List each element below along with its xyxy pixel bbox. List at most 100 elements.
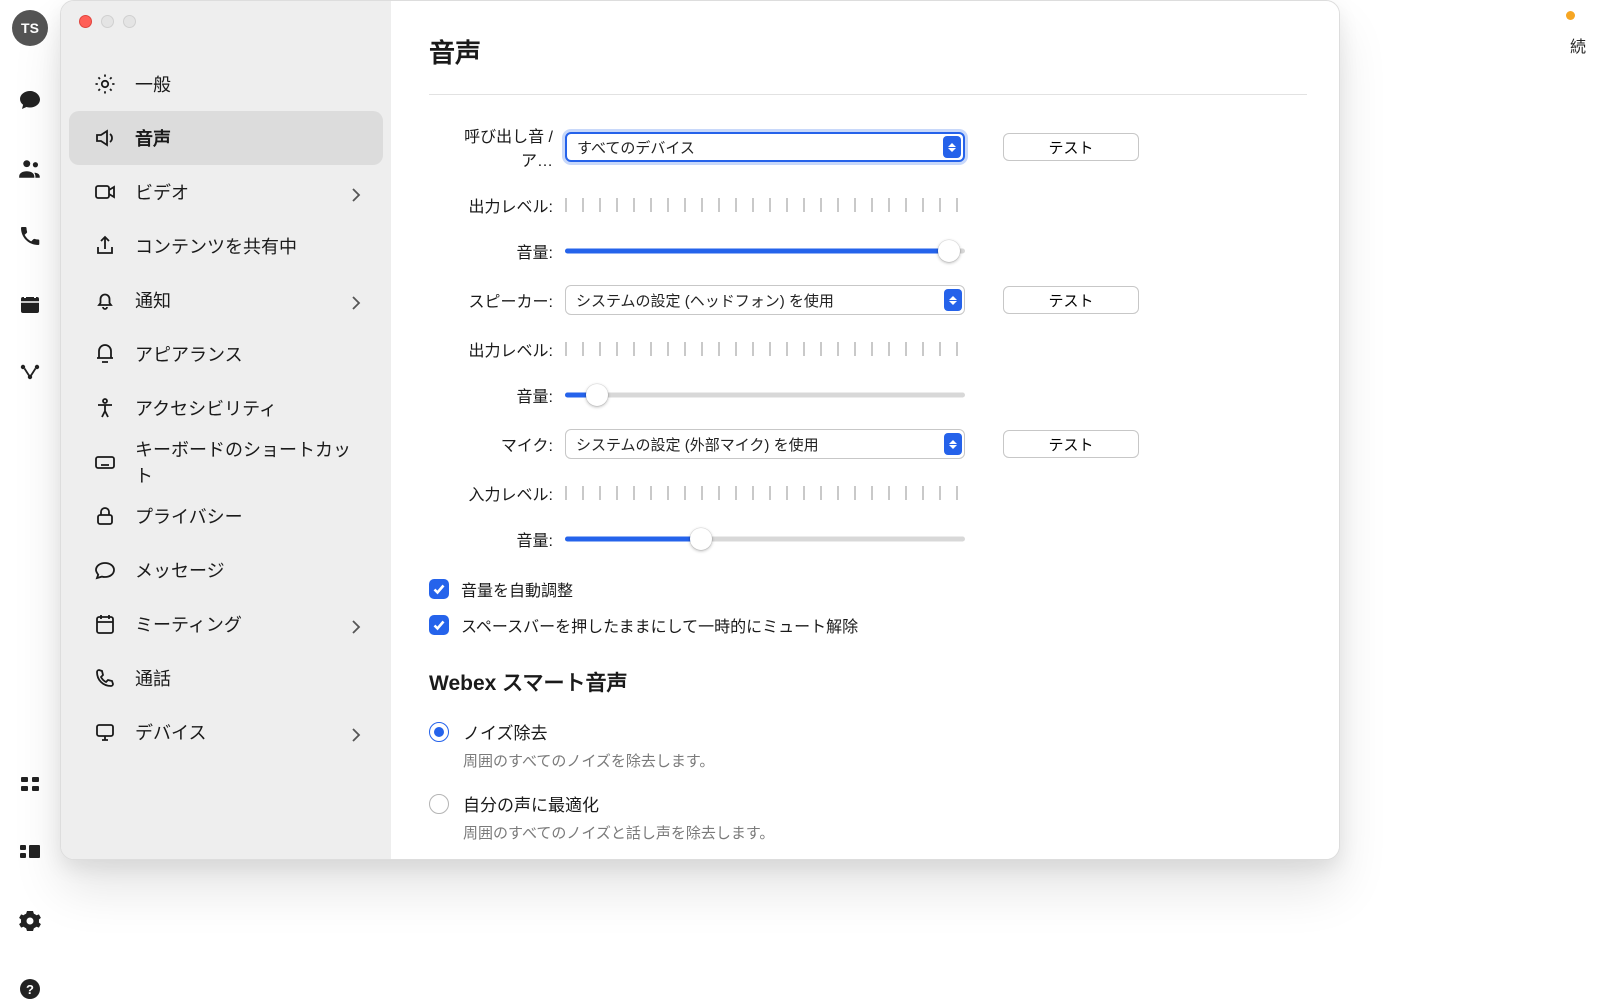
chevron-right-icon — [351, 187, 361, 197]
smart-audio-title: Webex スマート音声 — [429, 667, 1307, 697]
sidebar-item-meetings[interactable]: ミーティング — [69, 597, 383, 651]
contacts-icon[interactable] — [16, 154, 44, 182]
sidebar-item-label: プライバシー — [135, 503, 361, 529]
auto-adjust-checkbox-row[interactable]: 音量を自動調整 — [429, 577, 1307, 601]
checkbox-label: スペースバーを押したままにして一時的にミュート解除 — [461, 613, 858, 637]
speaker-device-select[interactable]: システムの設定 (ヘッドフォン) を使用 — [565, 285, 965, 315]
sidebar-item-share[interactable]: コンテンツを共有中 — [69, 219, 383, 273]
message-icon — [93, 558, 117, 582]
sidebar-item-label: コンテンツを共有中 — [135, 233, 361, 259]
volume-label-3: 音量: — [429, 527, 553, 551]
window-traffic-lights — [79, 15, 136, 28]
help-icon[interactable]: ? — [16, 975, 44, 1003]
avatar[interactable]: TS — [12, 10, 48, 46]
sidebar-item-label: ミーティング — [135, 611, 333, 637]
video-icon — [93, 180, 117, 204]
radio-desc: 周囲のすべてのノイズを除去します。 — [429, 750, 1307, 771]
radio-item-voice[interactable]: 自分の声に最適化 周囲のすべてのノイズと話し声を除去します。 — [429, 791, 1307, 843]
connections-icon[interactable] — [16, 358, 44, 386]
ringer-test-button[interactable]: テスト — [1003, 133, 1139, 161]
sidebar-item-label: 一般 — [135, 71, 361, 97]
volume-label: 音量: — [429, 239, 553, 263]
volume-label-2: 音量: — [429, 383, 553, 407]
mic-test-button[interactable]: テスト — [1003, 430, 1139, 458]
speaker-label: スピーカー: — [429, 288, 553, 312]
sidebar-item-label: ビデオ — [135, 179, 333, 205]
sidebar-item-label: メッセージ — [135, 557, 361, 583]
chevron-right-icon — [351, 727, 361, 737]
page-title: 音声 — [429, 33, 1307, 95]
sidebar-item-keyboard[interactable]: キーボードのショートカット — [69, 435, 383, 489]
speaker-volume-slider[interactable] — [565, 384, 965, 406]
app-leftbar: TS ? — [0, 0, 60, 1003]
stepper-icon — [943, 136, 961, 158]
phone-icon[interactable] — [16, 222, 44, 250]
mic-volume-slider[interactable] — [565, 528, 965, 550]
sidebar-item-audio[interactable]: 音声 — [69, 111, 383, 165]
select-value: システムの設定 (外部マイク) を使用 — [576, 434, 819, 455]
chevron-right-icon — [351, 295, 361, 305]
select-value: システムの設定 (ヘッドフォン) を使用 — [576, 290, 834, 311]
radio-desc: 周囲のすべてのノイズと話し声を除去します。 — [429, 822, 1307, 843]
sidebar-item-devices[interactable]: デバイス — [69, 705, 383, 759]
sidebar-item-label: アピアランス — [135, 341, 361, 367]
checkbox-checked-icon — [429, 615, 449, 635]
sidebar-item-label: アクセシビリティ — [135, 395, 361, 421]
background-app-right: 続 — [1340, 0, 1600, 1003]
phone-icon — [93, 666, 117, 690]
keyboard-icon — [93, 450, 117, 474]
appearance-icon — [93, 342, 117, 366]
share-icon — [93, 234, 117, 258]
input-level-label: 入力レベル: — [429, 481, 553, 505]
radio-label: 自分の声に最適化 — [463, 791, 599, 816]
stepper-icon — [944, 289, 962, 311]
settings-window: 一般 音声 ビデオ コンテンツを共有中 通知 アピアランス アクセシビリティ — [60, 0, 1340, 860]
mic-device-select[interactable]: システムの設定 (外部マイク) を使用 — [565, 429, 965, 459]
close-window-button[interactable] — [79, 15, 92, 28]
checkbox-checked-icon — [429, 579, 449, 599]
calendar-icon[interactable] — [16, 290, 44, 318]
radio-label: ノイズ除去 — [463, 719, 548, 744]
sidebar-item-general[interactable]: 一般 — [69, 57, 383, 111]
sidebar-item-video[interactable]: ビデオ — [69, 165, 383, 219]
settings-icon[interactable] — [16, 907, 44, 935]
radio-item-noise[interactable]: ノイズ除去 周囲のすべてのノイズを除去します。 — [429, 719, 1307, 771]
minimize-window-button — [101, 15, 114, 28]
output-level-label: 出力レベル: — [429, 193, 553, 217]
spacebar-unmute-checkbox-row[interactable]: スペースバーを押したままにして一時的にミュート解除 — [429, 613, 1307, 637]
mic-label: マイク: — [429, 432, 553, 456]
lock-icon — [93, 504, 117, 528]
svg-text:?: ? — [26, 982, 34, 997]
sidebar-item-label: 通知 — [135, 287, 333, 313]
settings-sidebar: 一般 音声 ビデオ コンテンツを共有中 通知 アピアランス アクセシビリティ — [61, 1, 391, 859]
grid-icon[interactable] — [16, 771, 44, 799]
ringer-volume-slider[interactable] — [565, 240, 965, 262]
layout-icon[interactable] — [16, 839, 44, 867]
sidebar-item-label: キーボードのショートカット — [135, 436, 361, 488]
sidebar-item-appearance[interactable]: アピアランス — [69, 327, 383, 381]
sidebar-item-privacy[interactable]: プライバシー — [69, 489, 383, 543]
sidebar-item-label: 音声 — [135, 125, 361, 151]
ringer-device-select[interactable]: すべてのデバイス — [565, 132, 965, 162]
sidebar-item-notifications[interactable]: 通知 — [69, 273, 383, 327]
mic-input-level-meter — [565, 486, 965, 500]
maximize-window-button — [123, 15, 136, 28]
sidebar-item-accessibility[interactable]: アクセシビリティ — [69, 381, 383, 435]
speaker-test-button[interactable]: テスト — [1003, 286, 1139, 314]
accessibility-icon — [93, 396, 117, 420]
calendar-icon — [93, 612, 117, 636]
checkbox-label: 音量を自動調整 — [461, 577, 573, 601]
radio-icon — [429, 794, 449, 814]
ringer-label: 呼び出し音 / ア… — [429, 123, 553, 171]
gear-icon — [93, 72, 117, 96]
chevron-right-icon — [351, 619, 361, 629]
bell-icon — [93, 288, 117, 312]
sidebar-item-calls[interactable]: 通話 — [69, 651, 383, 705]
device-icon — [93, 720, 117, 744]
radio-checked-icon — [429, 722, 449, 742]
orange-dot-icon — [1566, 11, 1575, 20]
speaker-icon — [93, 126, 117, 150]
sidebar-item-messages[interactable]: メッセージ — [69, 543, 383, 597]
chat-icon[interactable] — [16, 86, 44, 114]
speaker-output-level-meter — [565, 342, 965, 356]
